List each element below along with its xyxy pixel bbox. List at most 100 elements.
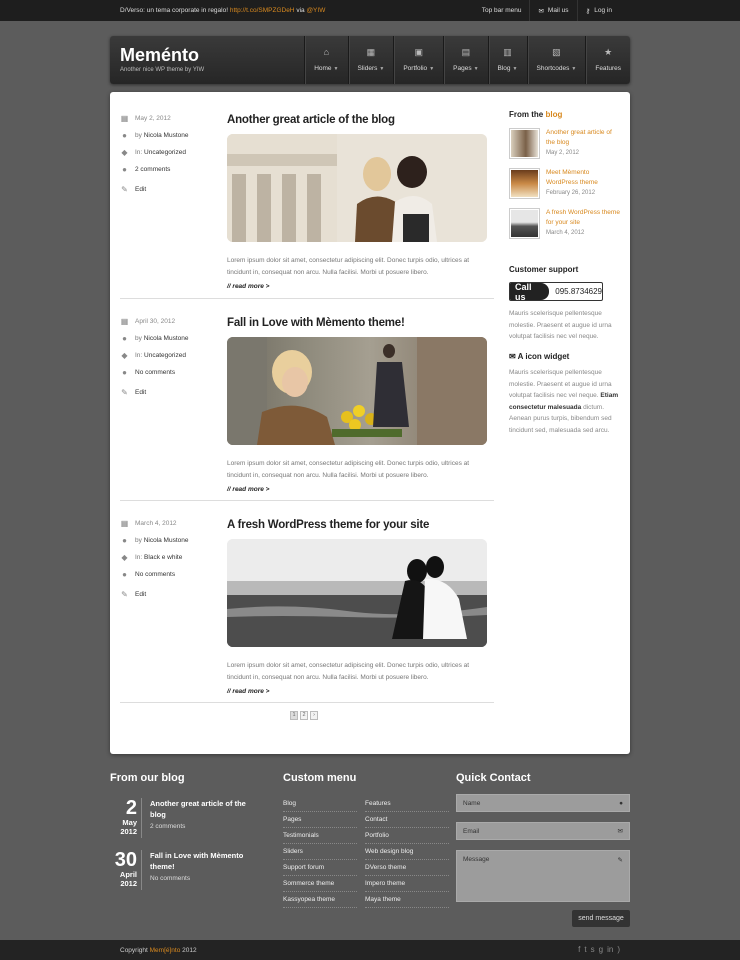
sidebar-post-thumb[interactable] (509, 128, 540, 159)
post-image[interactable] (227, 134, 487, 242)
footer-menu-item[interactable]: Features (365, 796, 449, 812)
skype-icon[interactable]: s (591, 945, 595, 954)
post-image[interactable] (227, 337, 487, 445)
category-prefix: In: (135, 352, 143, 359)
facebook-icon[interactable]: f (578, 945, 580, 954)
send-message-button[interactable]: send message (572, 910, 630, 927)
next-page-button[interactable]: › (310, 711, 318, 720)
nav-item-sliders[interactable]: ▦ Sliders ▼ (347, 36, 394, 84)
calendar-icon: ▦ (120, 317, 129, 326)
post-title[interactable]: Fall in Love with Mèmento theme! (227, 317, 487, 329)
user-icon: ● (122, 334, 127, 343)
linkedin-icon[interactable]: in (607, 945, 613, 954)
sidebar-post-link[interactable]: Meet Mèmento WordPress theme (546, 168, 620, 188)
post-image-art (227, 134, 487, 242)
icon-widget-text-1: Mauris scelerisque pellentesque molestie… (509, 369, 612, 399)
footer-menu-item[interactable]: Maya theme (365, 892, 449, 908)
footer-menu-item[interactable]: Testimonials (283, 828, 357, 844)
top-bar-menu-link[interactable]: Top bar menu (474, 0, 530, 21)
footer-post-link[interactable]: Fall in Love with Mèmento theme! (150, 850, 252, 872)
sidebar-post-link[interactable]: Another great article of the blog (546, 128, 620, 148)
tag-icon: ◆ (121, 351, 128, 360)
footer-menu-item[interactable]: Blog (283, 796, 357, 812)
footer-menu-item[interactable]: DVerso theme (365, 860, 449, 876)
nav-item-blog[interactable]: ▥ Blog ▼ (487, 36, 527, 84)
top-bar-message-text: D/Verso: un tema corporate in regalo! (120, 7, 229, 14)
top-bar-message-link[interactable]: http://t.co/SMPZGDeH (230, 7, 295, 14)
chevron-down-icon: ▼ (333, 66, 339, 72)
comments-link[interactable]: No comments (135, 369, 175, 376)
author-link[interactable]: Nicola Mustone (144, 537, 189, 544)
footer-post-comments[interactable]: 2 comments (150, 823, 252, 830)
post-title[interactable]: Another great article of the blog (227, 114, 487, 126)
site-logo[interactable]: Meménto (120, 45, 199, 66)
category-link[interactable]: Black e white (144, 554, 182, 561)
read-more-link[interactable]: // read more > (227, 688, 487, 695)
footer-menu-item[interactable]: Contact (365, 812, 449, 828)
post-date: May 2, 2012 (135, 115, 171, 122)
sidebar-post-link[interactable]: A fresh WordPress theme for your site (546, 208, 620, 228)
nav-label: Portfolio (403, 65, 428, 72)
post-author: by Nicola Mustone (135, 537, 189, 544)
edit-link[interactable]: Edit (135, 591, 146, 598)
post-category: In: Uncategorized (135, 149, 186, 156)
read-more-link[interactable]: // read more > (227, 283, 487, 290)
footer-menu-item[interactable]: Portfolio (365, 828, 449, 844)
google-icon[interactable]: g (599, 945, 603, 954)
comments-link[interactable]: No comments (135, 571, 175, 578)
footer-post-link[interactable]: Another great article of the blog (150, 798, 252, 820)
author-link[interactable]: Nicola Mustone (144, 132, 189, 139)
sidebar-post-thumb[interactable] (509, 208, 540, 239)
top-bar-handle-link[interactable]: @YIW (306, 7, 325, 14)
footer-menu-item[interactable]: Kassyopea theme (283, 892, 357, 908)
customer-support-title: Customer support (509, 265, 579, 274)
post-meta: ▦ March 4, 2012 ● by Nicola Mustone ◆ In: B… (120, 515, 220, 603)
comments-link[interactable]: 2 comments (135, 166, 170, 173)
nav-label: Features (595, 65, 621, 72)
edit-link[interactable]: Edit (135, 389, 146, 396)
footer-post-comments[interactable]: No comments (150, 875, 252, 882)
sidebar-post-thumb[interactable] (509, 168, 540, 199)
message-field[interactable]: Message ✎ (456, 850, 630, 902)
email-field[interactable]: Email ✉ (456, 822, 630, 840)
read-more-link[interactable]: // read more > (227, 486, 487, 493)
post-title[interactable]: A fresh WordPress theme for your site (227, 519, 487, 531)
footer-menu-item[interactable]: Sliders (283, 844, 357, 860)
nav-label: Shortcodes (536, 65, 570, 72)
page-1-button[interactable]: 1 (290, 711, 298, 720)
nav-item-features[interactable]: ★ Features (585, 36, 630, 84)
footer-menu-item[interactable]: Support forum (283, 860, 357, 876)
icon-widget-title: A icon widget (517, 352, 570, 361)
rss-icon[interactable]: ) (617, 945, 620, 954)
edit-link[interactable]: Edit (135, 186, 146, 193)
twitter-icon[interactable]: t (584, 945, 586, 954)
film-icon: ▦ (366, 47, 376, 57)
footer-menu-item[interactable]: Sommerce theme (283, 876, 357, 892)
user-icon: ● (122, 131, 127, 140)
nav-item-pages[interactable]: ▤ Pages ▼ (443, 36, 487, 84)
post-image-art (227, 337, 487, 445)
footer-menu-item[interactable]: Web design blog (365, 844, 449, 860)
pencil-icon: ✎ (121, 388, 128, 397)
footer-menu-item[interactable]: Pages (283, 812, 357, 828)
chevron-down-icon: ▼ (429, 66, 435, 72)
log-in-link[interactable]: ⚷ Log in (576, 0, 620, 21)
page-2-button[interactable]: 2 (300, 711, 308, 720)
post-date: April 30, 2012 (135, 318, 176, 325)
sidebar-recent-post: A fresh WordPress theme for your site Ma… (509, 208, 621, 239)
category-prefix: In: (135, 554, 143, 561)
mail-icon: ✉ (617, 828, 623, 835)
author-link[interactable]: Nicola Mustone (144, 335, 189, 342)
post-category: In: Uncategorized (135, 352, 186, 359)
category-link[interactable]: Uncategorized (144, 352, 186, 359)
mail-us-link[interactable]: ✉ Mail us (529, 0, 576, 21)
category-link[interactable]: Uncategorized (144, 149, 186, 156)
nav-item-portfolio[interactable]: ▣ Portfolio ▼ (393, 36, 443, 84)
name-field[interactable]: Name ● (456, 794, 630, 812)
post-image[interactable] (227, 539, 487, 647)
nav-item-shortcodes[interactable]: ▧ Shortcodes ▼ (526, 36, 586, 84)
footer-post-year: 2012 (120, 879, 137, 888)
footer-menu-item[interactable]: Impero theme (365, 876, 449, 892)
key-icon: ⚷ (585, 7, 591, 15)
nav-item-home[interactable]: ⌂ Home ▼ (304, 36, 347, 84)
